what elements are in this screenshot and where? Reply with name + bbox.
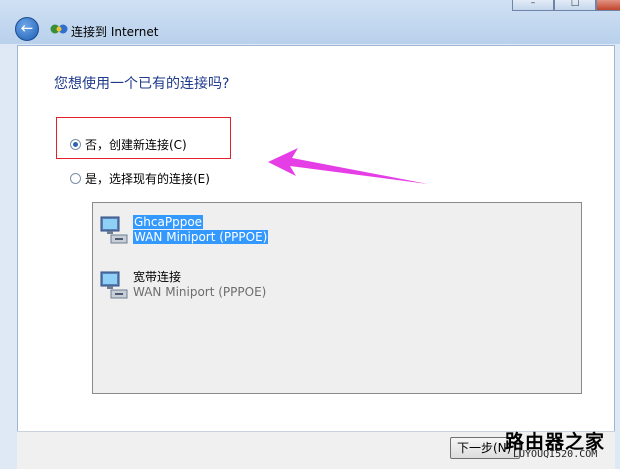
maximize-button[interactable]: □ <box>554 0 596 11</box>
watermark-url: LUYOUQI520.COM <box>513 449 598 460</box>
minimize-button[interactable]: – <box>512 0 554 11</box>
pointer-arrow <box>268 148 428 184</box>
network-icon <box>50 24 68 34</box>
back-button[interactable]: ← <box>15 17 39 41</box>
list-item[interactable]: GhcaPppoe WAN Miniport (PPPOE) <box>93 211 573 251</box>
option-use-existing[interactable]: 是，选择现有的连接(E) <box>70 170 210 187</box>
connection-name: 宽带连接 <box>133 270 182 284</box>
watermark: 路由器之家 LUYOUQI520.COM <box>503 427 619 469</box>
connection-device: WAN Miniport (PPPOE) <box>133 285 267 299</box>
option-create-new[interactable]: 否，创建新连接(C) <box>70 136 187 153</box>
connection-device: WAN Miniport (PPPOE) <box>133 230 269 244</box>
dialog-content: 您想使用一个已有的连接吗? 否，创建新连接(C) 是，选择现有的连接(E) Gh… <box>17 45 615 431</box>
radio-create-new[interactable] <box>70 139 81 150</box>
option-use-existing-label: 是，选择现有的连接(E) <box>85 172 210 186</box>
window-controls: – □ ✕ <box>512 0 620 11</box>
page-question: 您想使用一个已有的连接吗? <box>54 76 230 92</box>
radio-use-existing[interactable] <box>70 173 81 184</box>
list-item[interactable]: 宽带连接 WAN Miniport (PPPOE) <box>93 266 573 306</box>
close-button[interactable]: ✕ <box>596 0 620 11</box>
window-title: 连接到 Internet <box>71 25 159 39</box>
network-connection-icon <box>100 271 128 299</box>
connection-list[interactable]: GhcaPppoe WAN Miniport (PPPOE) 宽带连接 WAN … <box>92 202 582 394</box>
network-connection-icon <box>100 216 128 244</box>
connection-name: GhcaPppoe <box>133 215 204 229</box>
title-bar: – □ ✕ ← 连接到 Internet <box>0 0 620 44</box>
back-arrow-icon: ← <box>20 19 34 37</box>
option-create-new-label: 否，创建新连接(C) <box>85 138 187 152</box>
